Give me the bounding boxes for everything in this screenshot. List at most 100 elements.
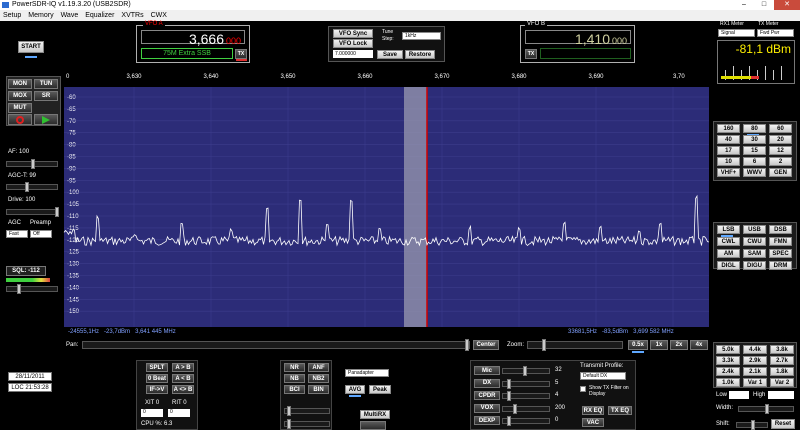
- a-to-b-button[interactable]: A > B: [172, 363, 194, 372]
- filter-width-slider-thumb[interactable]: [765, 404, 769, 414]
- peak-button[interactable]: Peak: [369, 385, 391, 394]
- volume-slider-b-thumb[interactable]: [287, 419, 291, 429]
- mode-button-fmn[interactable]: FMN: [769, 237, 792, 246]
- filter-button-2-7k[interactable]: 2.7k: [770, 356, 794, 365]
- dx-button[interactable]: DX: [474, 378, 500, 388]
- center-button[interactable]: Center: [473, 340, 499, 350]
- filter-button-1-0k[interactable]: 1.0k: [716, 378, 740, 387]
- dx-slider-thumb[interactable]: [507, 378, 511, 389]
- filter-passband[interactable]: [404, 87, 427, 327]
- zoom-slider[interactable]: [527, 339, 623, 351]
- mode-button-dsb[interactable]: DSB: [769, 225, 792, 234]
- pan-slider-thumb[interactable]: [465, 339, 469, 351]
- filter-button-3-8k[interactable]: 3.8k: [770, 345, 794, 354]
- mode-button-cwl[interactable]: CWL: [717, 237, 740, 246]
- bci-button[interactable]: BCI: [284, 385, 305, 394]
- band-button-15[interactable]: 15: [743, 146, 766, 155]
- if-to-v-button[interactable]: IF->V: [146, 385, 168, 394]
- swap-ab-button[interactable]: A <> B: [172, 385, 194, 394]
- filter-reset-button[interactable]: Reset: [771, 419, 795, 429]
- xit-field[interactable]: 0: [141, 409, 163, 417]
- band-button-20[interactable]: 20: [769, 135, 792, 144]
- zoom-slider-thumb[interactable]: [542, 339, 546, 351]
- zoom-4x-button[interactable]: 4x: [690, 340, 708, 350]
- bin-button[interactable]: BIN: [308, 385, 329, 394]
- band-button-160[interactable]: 160: [717, 124, 740, 133]
- multirx-button[interactable]: MultiRX: [360, 410, 390, 419]
- tx-eq-button[interactable]: TX EQ: [608, 406, 632, 415]
- zoom-0-5x-button[interactable]: 0.5x: [628, 340, 648, 350]
- band-button-17[interactable]: 17: [717, 146, 740, 155]
- band-button-10[interactable]: 10: [717, 157, 740, 166]
- mode-button-spec[interactable]: SPEC: [769, 249, 792, 258]
- mic-slider-thumb[interactable]: [523, 366, 527, 376]
- rx-eq-button[interactable]: RX EQ: [582, 406, 604, 415]
- cpdr-slider-thumb[interactable]: [507, 391, 511, 401]
- dexp-button[interactable]: DEXP: [474, 416, 500, 425]
- mode-button-usb[interactable]: USB: [743, 225, 766, 234]
- anf-button[interactable]: ANF: [308, 363, 329, 372]
- split-button[interactable]: SPLT: [146, 363, 168, 372]
- vox-slider-thumb[interactable]: [513, 403, 517, 414]
- mode-button-cwu[interactable]: CWU: [743, 237, 766, 246]
- vox-button[interactable]: VOX: [474, 403, 500, 413]
- band-button-2[interactable]: 2: [769, 157, 792, 166]
- band-button-80[interactable]: 80: [743, 124, 766, 133]
- filter-shift-slider[interactable]: [736, 420, 768, 430]
- band-button-vhf-[interactable]: VHF+: [717, 168, 740, 177]
- cpdr-button[interactable]: CPDR: [474, 391, 500, 400]
- band-button-6[interactable]: 6: [743, 157, 766, 166]
- dx-slider[interactable]: [502, 378, 550, 389]
- zoom-1x-button[interactable]: 1x: [650, 340, 668, 350]
- filter-high-field[interactable]: [768, 391, 794, 399]
- band-button-60[interactable]: 60: [769, 124, 792, 133]
- filter-button-2-9k[interactable]: 2.9k: [743, 356, 767, 365]
- tx-profile-select[interactable]: Default DX: [580, 372, 626, 380]
- band-button-30[interactable]: 30: [743, 135, 766, 144]
- volume-slider-a[interactable]: [284, 406, 330, 416]
- show-tx-filter-checkbox[interactable]: [580, 386, 586, 392]
- mode-button-drm[interactable]: DRM: [769, 261, 792, 270]
- vac-button[interactable]: VAC: [582, 418, 604, 427]
- dexp-slider[interactable]: [502, 416, 550, 426]
- filter-button-var-2[interactable]: Var 2: [770, 378, 794, 387]
- nb2-button[interactable]: NB2: [308, 374, 329, 383]
- filter-button-3-3k[interactable]: 3.3k: [716, 356, 740, 365]
- volume-slider-a-thumb[interactable]: [287, 406, 291, 416]
- spectrum-display[interactable]: 3,630 3,640 3,650 3,660 3,670 3,680 3,690 3,70 0…: [0, 0, 800, 430]
- pan-slider[interactable]: [82, 339, 470, 351]
- display-mode-select[interactable]: Panadapter: [345, 369, 389, 377]
- band-button-wwv[interactable]: WWV: [743, 168, 766, 177]
- filter-low-field[interactable]: [729, 391, 749, 399]
- b-to-a-button[interactable]: A < B: [172, 374, 194, 383]
- filter-button-2-4k[interactable]: 2.4k: [716, 367, 740, 376]
- filter-button-var-1[interactable]: Var 1: [743, 378, 767, 387]
- mode-button-sam[interactable]: SAM: [743, 249, 766, 258]
- filter-width-slider[interactable]: [738, 404, 794, 414]
- swap-button[interactable]: [360, 421, 386, 430]
- mode-button-am[interactable]: AM: [717, 249, 740, 258]
- band-button-gen[interactable]: GEN: [769, 168, 792, 177]
- rit-field[interactable]: 0: [168, 409, 190, 417]
- filter-shift-slider-thumb[interactable]: [751, 420, 755, 430]
- mode-button-digu[interactable]: DIGU: [743, 261, 766, 270]
- volume-slider-b[interactable]: [284, 419, 330, 429]
- cpdr-slider[interactable]: [502, 391, 550, 401]
- mode-button-lsb[interactable]: LSB: [717, 225, 740, 234]
- avg-button[interactable]: AVG: [345, 385, 365, 394]
- filter-button-2-1k[interactable]: 2.1k: [743, 367, 767, 376]
- dexp-slider-thumb[interactable]: [507, 416, 511, 426]
- vox-slider[interactable]: [502, 403, 550, 414]
- band-button-12[interactable]: 12: [769, 146, 792, 155]
- band-button-40[interactable]: 40: [717, 135, 740, 144]
- nr-button[interactable]: NR: [284, 363, 305, 372]
- filter-button-5-0k[interactable]: 5.0k: [716, 345, 740, 354]
- mode-button-digl[interactable]: DIGL: [717, 261, 740, 270]
- filter-button-4-4k[interactable]: 4.4k: [743, 345, 767, 354]
- nb-button[interactable]: NB: [284, 374, 305, 383]
- mic-slider[interactable]: [502, 366, 550, 376]
- mic-button[interactable]: Mic: [474, 366, 500, 375]
- zoom-2x-button[interactable]: 2x: [670, 340, 688, 350]
- filter-button-1-8k[interactable]: 1.8k: [770, 367, 794, 376]
- zero-beat-button[interactable]: 0 Beat: [146, 374, 168, 383]
